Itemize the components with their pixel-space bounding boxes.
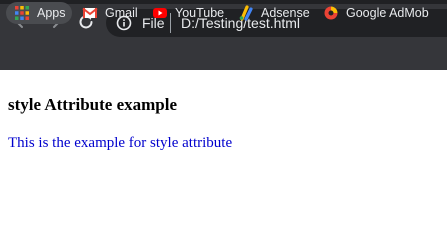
gmail-icon	[82, 7, 98, 18]
admob-icon	[324, 6, 338, 20]
bookmark-label: YouTube	[175, 6, 225, 20]
bookmark-gmail[interactable]: Gmail	[82, 2, 138, 24]
bookmark-youtube[interactable]: YouTube	[152, 2, 224, 24]
bookmark-google-admob[interactable]: Google AdMob	[323, 2, 429, 24]
bookmark-label: Google AdMob	[346, 6, 429, 20]
bookmark-label: Gmail	[105, 6, 138, 20]
bookmark-label: Adsense	[261, 6, 310, 20]
bookmarks-bar	[0, 44, 447, 70]
bookmark-adsense[interactable]: Adsense	[238, 2, 310, 24]
youtube-icon	[153, 8, 167, 18]
page-paragraph: This is the example for style attribute	[8, 135, 233, 151]
apps-grid-icon	[15, 6, 29, 20]
bookmark-label: Apps	[37, 6, 66, 20]
bookmark-apps[interactable]: Apps	[6, 2, 72, 24]
page-heading: style Attribute example	[8, 95, 178, 114]
adsense-icon	[239, 5, 253, 21]
